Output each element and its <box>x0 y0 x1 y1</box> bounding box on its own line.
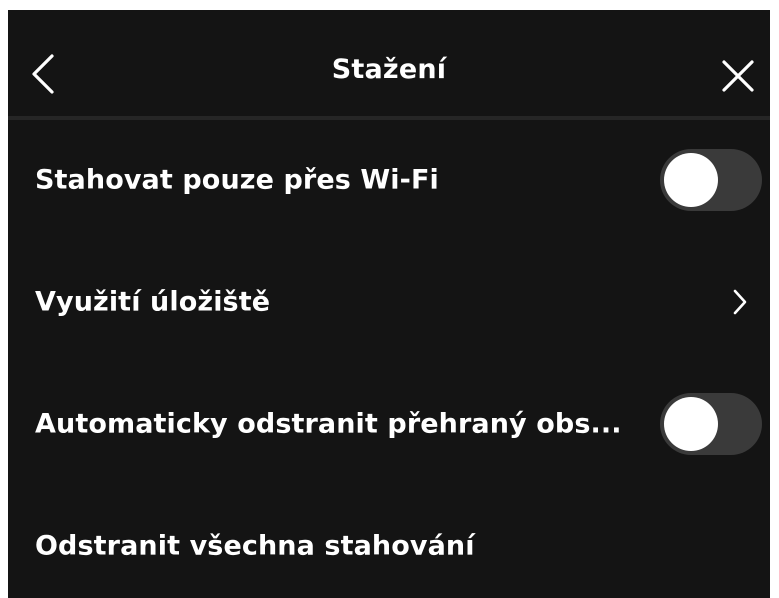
wifi-only-toggle[interactable] <box>660 149 762 211</box>
close-button[interactable] <box>718 56 758 96</box>
auto-delete-watched-label: Automaticky odstranit přehraný obs... <box>35 408 622 440</box>
toggle-knob <box>664 153 718 207</box>
storage-usage-label: Využití úložiště <box>35 286 271 318</box>
auto-delete-watched-row[interactable]: Automaticky odstranit přehraný obs... <box>8 376 770 472</box>
header-bar: Stažení <box>8 10 770 120</box>
toggle-knob <box>664 397 718 451</box>
wifi-only-label: Stahovat pouze přes Wi-Fi <box>35 164 439 196</box>
close-icon <box>722 60 754 92</box>
storage-usage-row[interactable]: Využití úložiště <box>8 254 770 350</box>
wifi-only-row[interactable]: Stahovat pouze přes Wi-Fi <box>8 132 770 228</box>
delete-all-downloads-button[interactable]: Odstranit všechna stahování <box>35 531 475 562</box>
chevron-right-icon <box>733 289 747 315</box>
delete-all-downloads-row[interactable]: Odstranit všechna stahování <box>8 498 770 594</box>
page-title: Stažení <box>331 54 447 85</box>
downloads-settings-screen: Stažení Stahovat pouze přes Wi-Fi Využit… <box>8 10 770 598</box>
auto-delete-watched-toggle[interactable] <box>660 393 762 455</box>
